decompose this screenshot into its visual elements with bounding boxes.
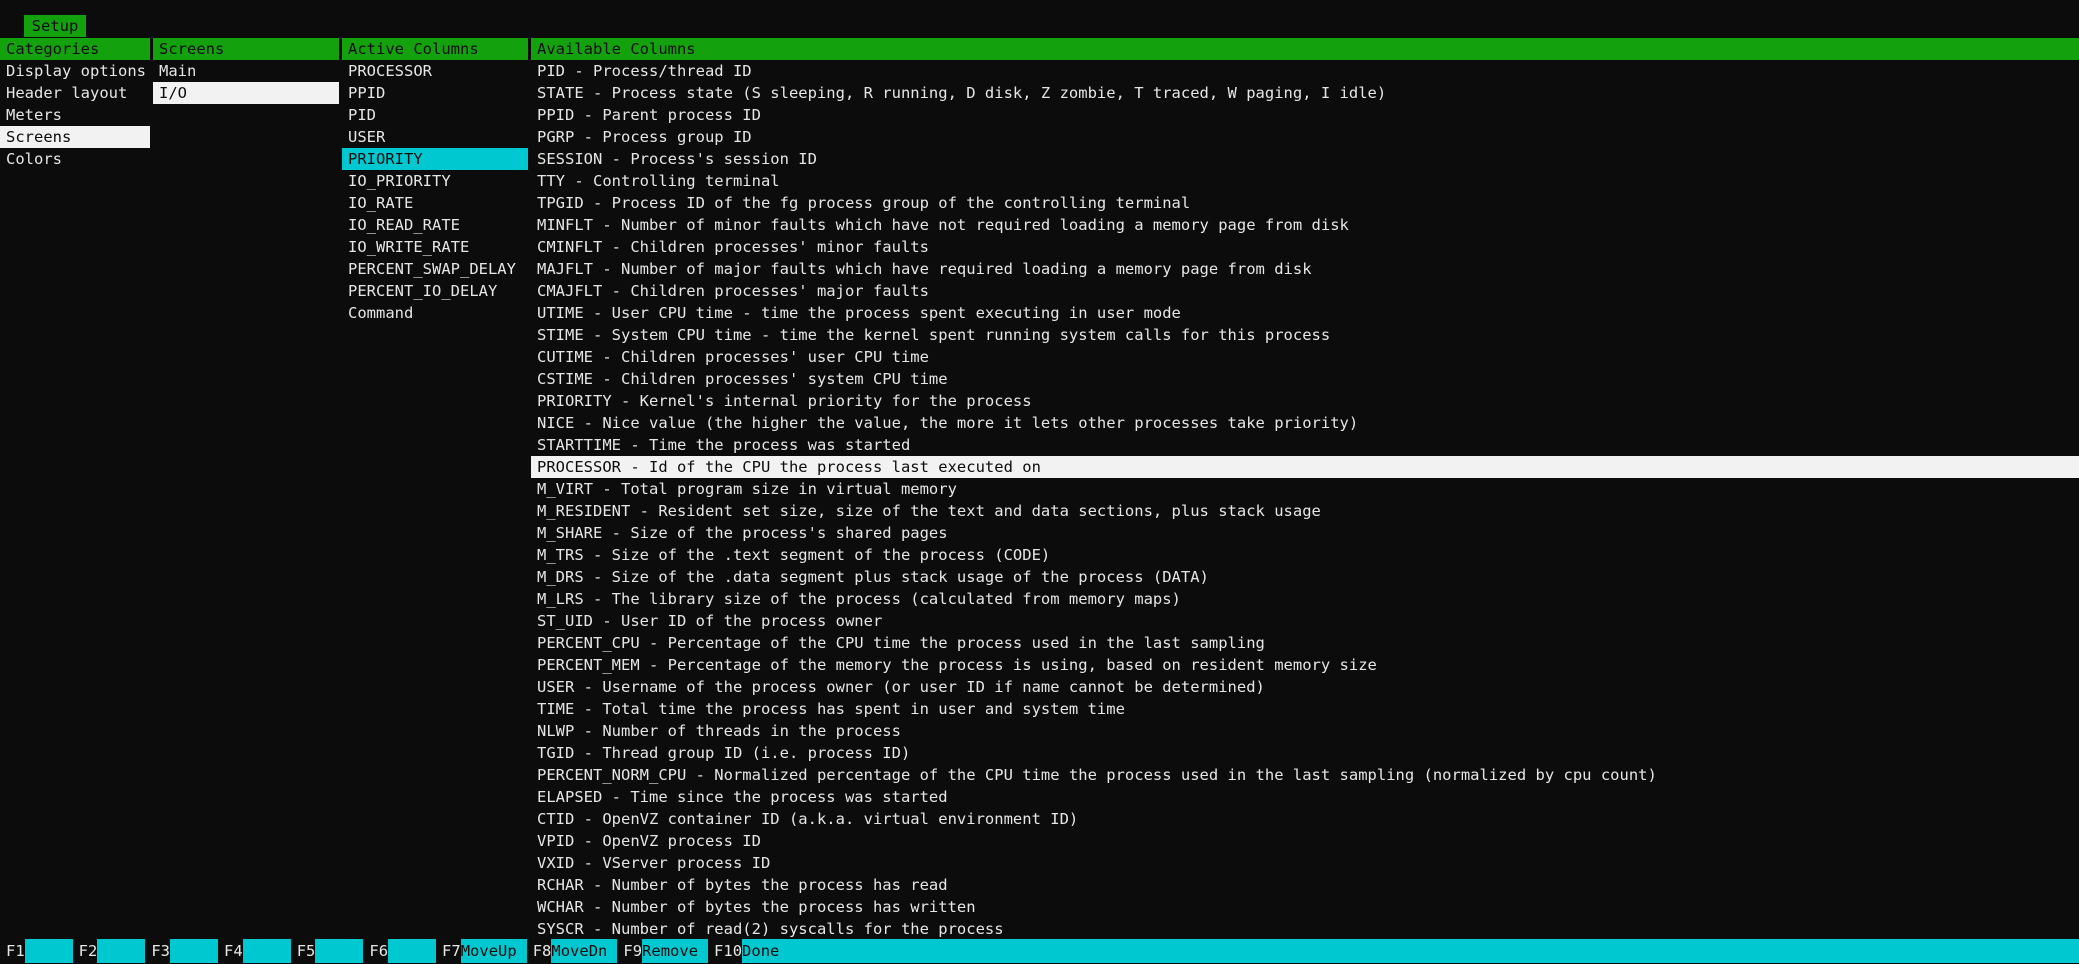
available-column-item[interactable]: CMAJFLT - Children processes' major faul… (531, 280, 2079, 302)
fkey-f8-action[interactable]: MoveDn (551, 939, 618, 963)
active-column-item[interactable]: IO_WRITE_RATE (342, 236, 528, 258)
fkey-f6-action[interactable] (388, 939, 437, 963)
available-column-item[interactable]: WCHAR - Number of bytes the process has … (531, 896, 2079, 918)
available-column-item[interactable]: PRIORITY - Kernel's internal priority fo… (531, 390, 2079, 412)
available-column-item[interactable]: SYSCR - Number of read(2) syscalls for t… (531, 918, 2079, 940)
fkey-f9-action[interactable]: Remove (642, 939, 709, 963)
active-column-item[interactable]: IO_PRIORITY (342, 170, 528, 192)
fkey-f10-action[interactable]: Done (742, 939, 815, 963)
category-item[interactable]: Header layout (0, 82, 150, 104)
available-column-item[interactable]: TIME - Total time the process has spent … (531, 698, 2079, 720)
available-column-item[interactable]: RCHAR - Number of bytes the process has … (531, 874, 2079, 896)
fkey-f7: F7 (436, 939, 461, 963)
available-column-item[interactable]: PROCESSOR - Id of the CPU the process la… (531, 456, 2079, 478)
available-column-item[interactable]: M_RESIDENT - Resident set size, size of … (531, 500, 2079, 522)
available-column-item[interactable]: CSTIME - Children processes' system CPU … (531, 368, 2079, 390)
available-column-item[interactable]: STATE - Process state (S sleeping, R run… (531, 82, 2079, 104)
active-column-item[interactable]: PERCENT_IO_DELAY (342, 280, 528, 302)
available-column-item[interactable]: TPGID - Process ID of the fg process gro… (531, 192, 2079, 214)
fkey-f9: F9 (617, 939, 643, 963)
available-column-item[interactable]: M_VIRT - Total program size in virtual m… (531, 478, 2079, 500)
available-column-item[interactable]: SESSION - Process's session ID (531, 148, 2079, 170)
available-column-item[interactable]: M_SHARE - Size of the process's shared p… (531, 522, 2079, 544)
fkey-f4: F4 (218, 939, 243, 963)
fkey-f4-action[interactable] (242, 939, 291, 963)
available-column-item[interactable]: PERCENT_NORM_CPU - Normalized percentage… (531, 764, 2079, 786)
active-column-item[interactable]: IO_RATE (342, 192, 528, 214)
fkey-f1-action[interactable] (24, 939, 73, 963)
categories-header: Categories (0, 38, 150, 60)
category-item[interactable]: Colors (0, 148, 150, 170)
available-column-item[interactable]: NLWP - Number of threads in the process (531, 720, 2079, 742)
active-column-item[interactable]: PROCESSOR (342, 60, 528, 82)
categories-list: Display options Header layout Meters Screen… (0, 60, 150, 170)
screens-header: Screens (153, 38, 339, 60)
function-key-bar: F1 F2 F3 F4 F5 F6 F7 MoveUp F8 MoveDn F9 Remove F10 D… (0, 939, 2079, 963)
available-columns-list: PID - Process/thread ID STATE - Process s… (531, 60, 2079, 940)
available-column-item[interactable]: CTID - OpenVZ container ID (a.k.a. virtu… (531, 808, 2079, 830)
active-column-item[interactable]: IO_READ_RATE (342, 214, 528, 236)
available-column-item[interactable]: PERCENT_CPU - Percentage of the CPU time… (531, 632, 2079, 654)
tab-setup[interactable]: Setup (24, 15, 86, 37)
fkey-f2-action[interactable] (97, 939, 146, 963)
available-columns-header: Available Columns (531, 38, 2079, 60)
fkey-f2: F2 (72, 939, 98, 963)
fkey-f3-action[interactable] (170, 939, 219, 963)
fkey-f6: F6 (363, 939, 389, 963)
available-column-item[interactable]: TTY - Controlling terminal (531, 170, 2079, 192)
available-column-item[interactable]: CUTIME - Children processes' user CPU ti… (531, 346, 2079, 368)
fkey-f1: F1 (0, 939, 25, 963)
category-item[interactable]: Meters (0, 104, 150, 126)
fkey-f8: F8 (526, 939, 552, 963)
available-column-item[interactable]: PID - Process/thread ID (531, 60, 2079, 82)
fkey-f10: F10 (708, 939, 743, 963)
active-column-item[interactable]: PPID (342, 82, 528, 104)
active-columns-list: PROCESSOR PPID PID USER PRIORITY IO_PRIORITY I… (342, 60, 528, 324)
available-column-item[interactable]: NICE - Nice value (the higher the value,… (531, 412, 2079, 434)
fkey-bar-fill (814, 939, 2079, 963)
available-column-item[interactable]: PGRP - Process group ID (531, 126, 2079, 148)
available-column-item[interactable]: MINFLT - Number of minor faults which ha… (531, 214, 2079, 236)
fkey-f7-action[interactable]: MoveUp (460, 939, 527, 963)
screens-list: Main I/O (153, 60, 339, 104)
available-column-item[interactable]: TGID - Thread group ID (i.e. process ID) (531, 742, 2079, 764)
fkey-f3: F3 (145, 939, 171, 963)
fkey-f5: F5 (290, 939, 316, 963)
available-column-item[interactable]: PERCENT_MEM - Percentage of the memory t… (531, 654, 2079, 676)
available-column-item[interactable]: M_DRS - Size of the .data segment plus s… (531, 566, 2079, 588)
available-column-item[interactable]: MAJFLT - Number of major faults which ha… (531, 258, 2079, 280)
available-column-item[interactable]: PPID - Parent process ID (531, 104, 2079, 126)
active-column-item[interactable]: USER (342, 126, 528, 148)
category-item[interactable]: Display options (0, 60, 150, 82)
available-column-item[interactable]: CMINFLT - Children processes' minor faul… (531, 236, 2079, 258)
available-column-item[interactable]: M_TRS - Size of the .text segment of the… (531, 544, 2079, 566)
available-column-item[interactable]: STARTTIME - Time the process was started (531, 434, 2079, 456)
available-column-item[interactable]: ST_UID - User ID of the process owner (531, 610, 2079, 632)
available-column-item[interactable]: STIME - System CPU time - time the kerne… (531, 324, 2079, 346)
available-column-item[interactable]: USER - Username of the process owner (or… (531, 676, 2079, 698)
active-column-item[interactable]: PID (342, 104, 528, 126)
category-item[interactable]: Screens (0, 126, 150, 148)
available-column-item[interactable]: VXID - VServer process ID (531, 852, 2079, 874)
available-column-item[interactable]: M_LRS - The library size of the process … (531, 588, 2079, 610)
active-column-item[interactable]: PRIORITY (342, 148, 528, 170)
active-columns-header: Active Columns (342, 38, 528, 60)
active-column-item[interactable]: PERCENT_SWAP_DELAY (342, 258, 528, 280)
fkey-f5-action[interactable] (315, 939, 364, 963)
active-column-item[interactable]: Command (342, 302, 528, 324)
available-column-item[interactable]: UTIME - User CPU time - time the process… (531, 302, 2079, 324)
available-column-item[interactable]: VPID - OpenVZ process ID (531, 830, 2079, 852)
screen-item[interactable]: Main (153, 60, 339, 82)
screen-item[interactable]: I/O (153, 82, 339, 104)
available-column-item[interactable]: ELAPSED - Time since the process was sta… (531, 786, 2079, 808)
